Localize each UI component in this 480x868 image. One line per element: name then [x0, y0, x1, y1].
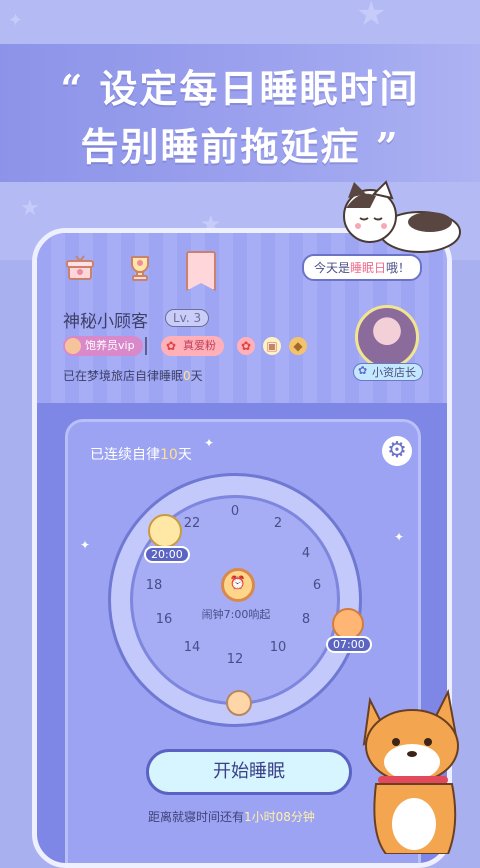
headline-line1: “ 设定每日睡眠时间: [60, 66, 420, 111]
cat-character: [343, 180, 461, 253]
headline-line2: 告别睡前拖延症 ”: [80, 124, 400, 169]
hour-label: 8: [301, 612, 311, 627]
username: 神秘小顾客: [63, 312, 148, 332]
hour-label: 2: [273, 516, 283, 531]
alarm-clock-icon: ⏰: [221, 568, 255, 602]
ribbon-icon[interactable]: [186, 251, 216, 291]
sparkle-icon: ✦: [80, 538, 91, 552]
star-deco-icon: ✦: [8, 10, 24, 31]
gear-icon[interactable]: ⚙: [382, 436, 412, 466]
hour-label: 18: [145, 578, 163, 593]
level-badge: Lv. 3: [165, 309, 210, 327]
moon-icon[interactable]: [148, 514, 182, 548]
vip-badge[interactable]: 饱养员vip: [63, 336, 143, 356]
hotel-streak: 已在梦境旅店自律睡眠0天: [63, 369, 203, 383]
hour-label: 6: [312, 578, 322, 593]
bed-time-chip: 20:00: [144, 546, 190, 563]
shop-manager-tag: 小资店长: [353, 363, 423, 381]
hour-label: 16: [155, 612, 173, 627]
hour-label: 10: [269, 640, 287, 655]
avatar-image[interactable]: [355, 305, 419, 369]
gift-icon[interactable]: [63, 251, 97, 285]
sparkle-icon: ✦: [204, 436, 215, 450]
alarm-label: 闹钟7:00响起: [201, 608, 271, 621]
remaining-time: 距离就寝时间还有1小时08分钟: [148, 810, 315, 824]
character-marker-icon[interactable]: [226, 690, 252, 716]
hour-label: 0: [230, 504, 240, 519]
sparkle-icon: ✦: [394, 530, 405, 544]
flower-badge-icon[interactable]: ✿: [237, 337, 255, 355]
hour-label: 14: [183, 640, 201, 655]
speech-bubble: 今天是睡眠日哦！: [302, 254, 423, 281]
star-deco-icon: ★: [20, 196, 40, 221]
ticket-badge-icon[interactable]: ▣: [263, 337, 281, 355]
hour-label: 22: [183, 516, 201, 531]
hour-label: 4: [301, 546, 311, 561]
coin-badge-icon[interactable]: ◆: [289, 337, 307, 355]
sleep-streak: 已连续自律10天: [90, 447, 192, 463]
trophy-icon[interactable]: [123, 251, 157, 285]
wake-time-chip: 07:00: [326, 636, 372, 653]
dog-character: [362, 688, 459, 854]
hour-label: 12: [226, 652, 244, 667]
start-sleep-button[interactable]: 开始睡眠: [146, 749, 352, 795]
fan-badge[interactable]: 真爱粉: [161, 336, 224, 356]
star-deco-icon: ★: [356, 0, 387, 34]
divider: [145, 337, 147, 355]
